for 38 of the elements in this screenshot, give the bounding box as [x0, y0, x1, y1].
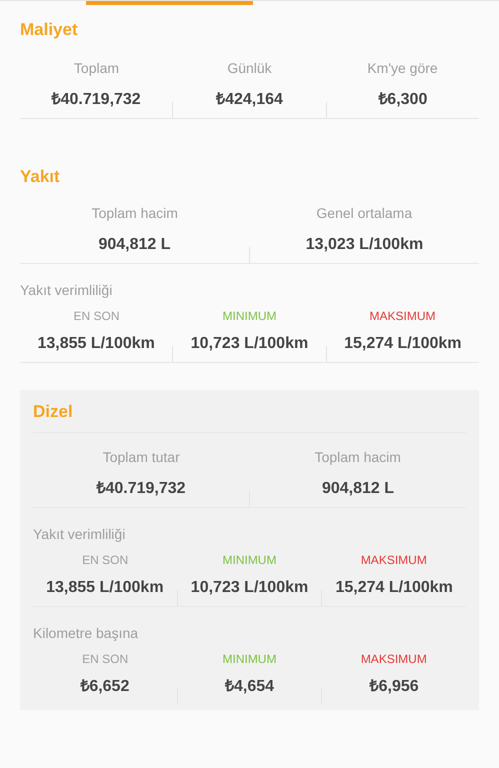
stat-value: ₺40.719,732 [52, 90, 141, 110]
stat-label: MAKSIMUM [360, 552, 427, 568]
stat-value: 904,812 L [98, 235, 171, 255]
stat-value: 10,723 L/100km [190, 578, 308, 598]
stat-value: 13,855 L/100km [37, 334, 155, 354]
stat-label: EN SON [82, 651, 128, 667]
stat-value: ₺424,164 [216, 90, 283, 110]
subsection-label: Yakıt verimliliği [33, 525, 126, 544]
stat-label: Km'ye göre [367, 59, 438, 78]
stat-label: Toplam tutar [102, 448, 180, 467]
section-title: Maliyet [20, 19, 79, 41]
stat-value: 904,812 L [322, 479, 394, 499]
stat-value: 13,855 L/100km [46, 578, 164, 598]
subsection-label: Kilometre başına [33, 624, 140, 643]
stat-value: 10,723 L/100km [190, 334, 308, 354]
stat-value: ₺6,652 [80, 677, 130, 697]
stat-label: MINIMUM [222, 552, 276, 568]
section-title: Dizel [33, 401, 74, 423]
stat-label: Toplam hacim [92, 204, 178, 223]
stat-label: MINIMUM [222, 651, 276, 667]
stat-value: 13,023 L/100km [306, 235, 424, 255]
stat-label: Genel ortalama [316, 204, 412, 223]
subsection-label: Yakıt verimliliği [20, 281, 114, 300]
stat-value: ₺40.719,732 [96, 479, 186, 499]
section-title: Yakıt [20, 166, 61, 188]
stat-label: Toplam [74, 59, 120, 78]
stat-value: ₺6,300 [378, 90, 428, 110]
stat-label: MAKSIMUM [360, 651, 427, 667]
stat-label: EN SON [82, 552, 128, 568]
stat-label: Günlük [227, 59, 272, 78]
stat-value: ₺6,956 [370, 677, 419, 697]
stat-value: 15,274 L/100km [335, 578, 453, 598]
stat-label: MINIMUM [222, 308, 276, 324]
stat-label: Toplam hacim [314, 448, 401, 467]
stat-label: MAKSIMUM [370, 308, 436, 324]
stat-label: EN SON [73, 308, 120, 324]
stat-value: ₺4,654 [224, 677, 274, 697]
stat-value: 15,274 L/100km [344, 334, 462, 354]
